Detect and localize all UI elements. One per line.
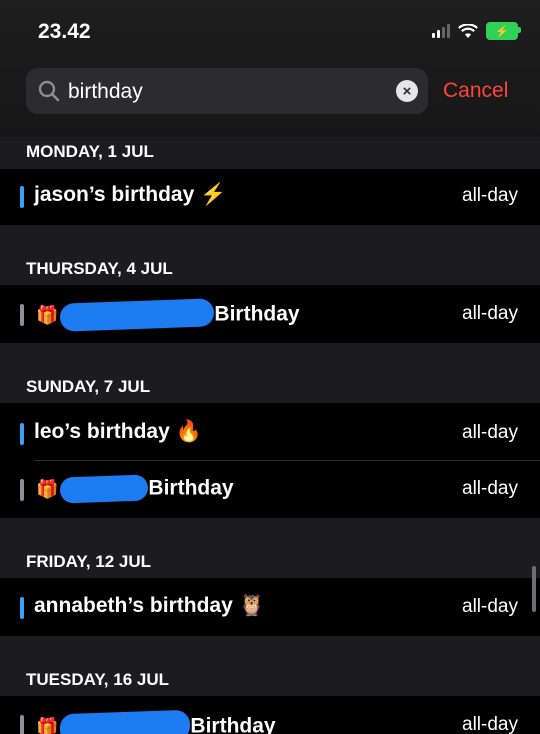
wifi-icon <box>458 23 478 38</box>
status-icons: ⚡ <box>432 22 521 40</box>
gift-icon: 🎁 <box>36 716 59 734</box>
event-row[interactable]: 🎁 Birthday all-day <box>0 698 540 734</box>
section-header-date: SUNDAY, 7 JUL <box>0 343 540 403</box>
redaction-mark <box>59 709 191 734</box>
calendar-color-bar <box>20 423 24 445</box>
cancel-button[interactable]: Cancel <box>443 79 508 103</box>
section-header-date: THURSDAY, 4 JUL <box>0 225 540 285</box>
event-row[interactable]: jason’s birthday ⚡ all-day <box>0 169 540 225</box>
all-day-label: all-day <box>462 303 518 324</box>
calendar-color-bar <box>20 715 24 734</box>
event-title: annabeth’s birthday 🦉 <box>34 594 265 617</box>
calendar-color-bar <box>20 479 24 501</box>
event-title: Birthday <box>214 302 300 326</box>
section-header-date: FRIDAY, 12 JUL <box>0 518 540 578</box>
calendar-color-bar <box>20 186 24 208</box>
cellular-signal-icon <box>432 24 450 38</box>
section-header-date: TUESDAY, 16 JUL <box>0 636 540 696</box>
redaction-mark <box>59 474 149 504</box>
battery-charging-icon: ⚡ <box>486 22 521 40</box>
calendar-color-bar <box>20 304 24 326</box>
event-title-wrap: 🎁 Birthday <box>36 298 300 332</box>
event-row[interactable]: 🎁 Birthday all-day <box>0 287 540 343</box>
all-day-label: all-day <box>462 596 518 617</box>
event-row[interactable]: annabeth’s birthday 🦉 all-day <box>0 580 540 636</box>
event-row[interactable]: 🎁 Birthday all-day <box>0 462 540 518</box>
event-row[interactable]: leo’s birthday 🔥 all-day <box>0 406 540 462</box>
all-day-label: all-day <box>462 185 518 206</box>
search-icon <box>38 80 60 102</box>
calendar-color-bar <box>20 597 24 619</box>
all-day-label: all-day <box>462 714 518 734</box>
row-separator <box>34 460 540 461</box>
all-day-label: all-day <box>462 478 518 499</box>
search-field[interactable]: birthday × <box>26 68 428 114</box>
status-time: 23.42 <box>38 20 91 43</box>
event-title: Birthday <box>190 714 276 734</box>
redaction-mark <box>59 298 215 332</box>
search-input[interactable]: birthday <box>68 80 143 104</box>
event-title: Birthday <box>148 476 234 500</box>
event-title-wrap: 🎁 Birthday <box>36 474 234 504</box>
all-day-label: all-day <box>462 422 518 443</box>
section-header-date: MONDAY, 1 JUL <box>0 137 540 169</box>
scroll-indicator[interactable] <box>532 566 536 612</box>
gift-icon: 🎁 <box>36 304 59 325</box>
event-title-wrap: 🎁 Birthday <box>36 709 276 734</box>
gift-icon: 🎁 <box>36 478 59 499</box>
clear-search-button[interactable]: × <box>396 80 418 102</box>
event-title: leo’s birthday 🔥 <box>34 420 202 443</box>
event-title: jason’s birthday ⚡ <box>34 183 227 206</box>
